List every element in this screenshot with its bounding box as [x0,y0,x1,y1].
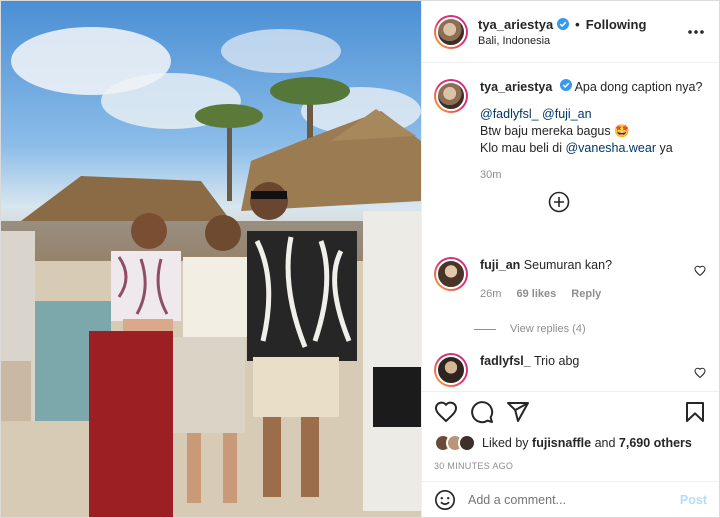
comment-item: fadlyfsl_ Trio abg [434,353,706,387]
following-button[interactable]: Following [586,17,647,32]
comment-username[interactable]: fuji_an [480,258,520,272]
post-timestamp[interactable]: 30 MINUTES AGO [422,455,719,481]
mention-link[interactable]: @vanesha.wear [565,141,656,155]
caption-line-prefix: Klo mau beli di [480,141,562,155]
post-comment-button[interactable]: Post [680,493,707,507]
likes-count[interactable]: 7,690 others [619,436,692,450]
heart-icon[interactable] [694,367,706,379]
mention-link[interactable]: @fuji_an [542,107,592,121]
liked-by-and: and [594,436,616,450]
likes-summary: Liked by fujisnaffle and 7,690 others [422,431,719,455]
post-header: tya_ariestya • Following Bali, Indonesia [422,1,719,63]
comment-likes[interactable]: 69 likes [516,288,556,300]
post-caption: tya_ariestya Apa dong caption nya? @fadl… [434,79,705,184]
view-replies-label: View replies (4) [510,323,586,335]
caption-text: Apa dong caption nya? [574,80,703,94]
emoji-icon[interactable] [434,489,456,511]
post-actions-bar [422,391,719,431]
comment-input[interactable] [468,492,680,507]
liker-avatar[interactable] [458,434,476,452]
author-username[interactable]: tya_ariestya [478,17,553,32]
separator-dot: • [575,16,580,32]
heart-icon[interactable] [434,400,458,424]
comment-avatar[interactable] [434,353,468,387]
mention-link[interactable]: @fadlyfsl_ [480,107,539,121]
view-replies-button[interactable]: View replies (4) [474,323,586,335]
comments-section[interactable]: tya_ariestya Apa dong caption nya? @fadl… [422,63,719,391]
heart-icon[interactable] [694,265,706,277]
add-circle-icon[interactable] [548,191,570,213]
share-icon[interactable] [506,400,530,424]
verified-badge-icon [557,18,570,30]
caption-time[interactable]: 30m [480,167,702,184]
caption-avatar[interactable] [434,79,468,113]
author-avatar[interactable] [434,14,468,49]
post-location[interactable]: Bali, Indonesia [478,35,687,47]
liked-by-prefix: Liked by [482,436,529,450]
caption-line: Btw baju mereka bagus 🤩 [480,124,630,138]
caption-line-suffix: ya [659,141,673,155]
reply-button[interactable]: Reply [571,288,601,300]
post-details-panel: tya_ariestya • Following Bali, Indonesia [421,1,719,517]
add-comment-bar: Post [422,481,719,517]
photo-illustration [1,27,421,517]
comment-username[interactable]: fadlyfsl_ [480,354,531,368]
post-photo[interactable] [1,1,421,517]
caption-username[interactable]: tya_ariestya [480,80,552,94]
post-modal: tya_ariestya • Following Bali, Indonesia [0,0,720,518]
comment-avatar[interactable] [434,257,468,291]
liked-by-user[interactable]: fujisnaffle [532,436,591,450]
comment-text: Trio abg [533,354,580,368]
bookmark-icon[interactable] [683,400,707,424]
comment-icon[interactable] [470,400,494,424]
verified-badge-icon [559,79,572,91]
more-options-icon[interactable] [687,29,705,35]
comment-time[interactable]: 26m [480,288,501,300]
comment-item: fuji_an Seumuran kan? 26m 69 likes Reply [434,257,706,303]
comment-text: Seumuran kan? [523,258,613,272]
